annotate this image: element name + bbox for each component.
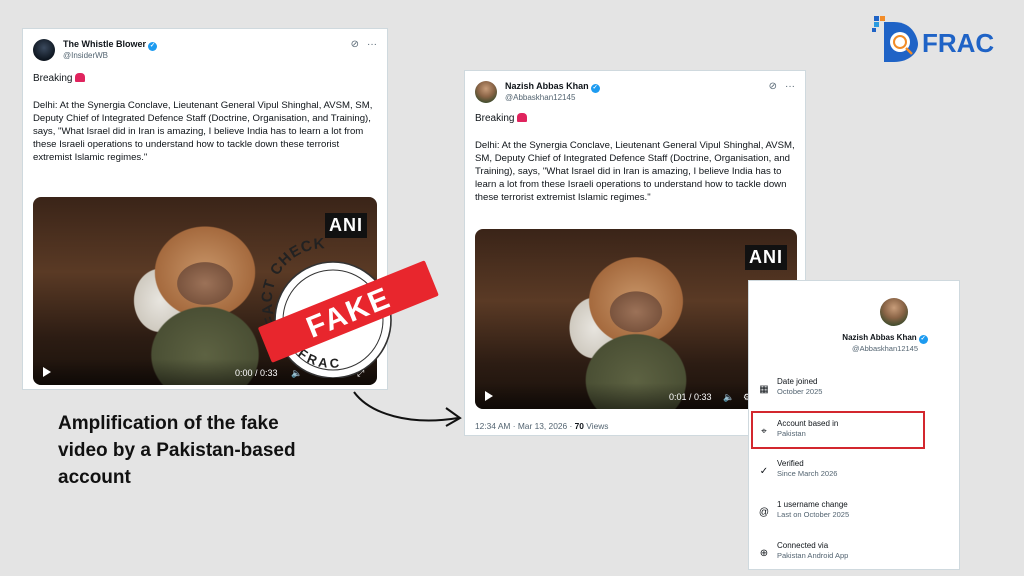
more-options-icon[interactable]: ··· (785, 81, 795, 92)
tweet-text: Delhi: At the Synergia Conclave, Lieuten… (475, 140, 795, 203)
tweet-text: Delhi: At the Synergia Conclave, Lieuten… (33, 100, 373, 163)
curved-arrow-icon (353, 391, 462, 427)
avatar[interactable] (475, 81, 497, 103)
info-row-username-change: @ 1 username change Last on October 2025 (758, 500, 850, 519)
header-actions: ⊘ ··· (761, 81, 795, 92)
play-icon[interactable] (43, 367, 51, 377)
caption-line: account (58, 467, 131, 488)
globe-icon: ⊕ (759, 548, 769, 559)
ani-watermark: ANI (745, 245, 787, 270)
verified-badge-icon: ✓ (148, 42, 158, 51)
siren-icon (75, 73, 86, 82)
verified-check-icon: ✓ (759, 466, 769, 477)
info-row-account-based-in: ⌖ Account based in Pakistan (757, 419, 951, 449)
verified-badge-icon: ✓ (918, 335, 928, 344)
avatar[interactable] (33, 39, 55, 61)
views-count: 70 (574, 421, 584, 431)
panel-display-name: Nazish Abbas Khan ✓ (842, 333, 928, 344)
handle[interactable]: @InsiderWB (63, 51, 108, 60)
play-icon[interactable] (485, 391, 493, 401)
grok-icon[interactable]: ⊘ (769, 81, 777, 92)
display-name[interactable]: The Whistle Blower ✓ (63, 39, 158, 51)
fake-stamp: FACT CHECK DFRAC FAKE (258, 238, 439, 378)
calendar-icon: ▦ (759, 384, 769, 395)
siren-icon (517, 113, 528, 122)
location-pin-icon: ⌖ (761, 426, 767, 437)
caption-line: video by a Pakistan-based (58, 440, 296, 461)
panel-handle: @Abbaskhan12145 (852, 344, 918, 353)
more-options-icon[interactable]: ··· (367, 39, 377, 50)
header-actions: ⊘ ··· (343, 39, 377, 50)
logo-text: FRAC (922, 28, 994, 58)
breaking-label: Breaking (33, 73, 86, 84)
info-row-verified: ✓ Verified Since March 2026 (757, 459, 951, 489)
breaking-label: Breaking (475, 113, 528, 124)
info-row-connected-via: ⊕ Connected via Pakistan Android App (757, 541, 951, 571)
tweet-header: The Whistle Blower ✓ @InsiderWB ⊘ ··· (33, 39, 377, 65)
grok-icon[interactable]: ⊘ (351, 39, 359, 50)
tweet-header: Nazish Abbas Khan ✓ @Abbaskhan12145 ⊘ ··· (475, 81, 795, 107)
info-row-date-joined: ▦ Date joined October 2025 (757, 377, 951, 407)
display-name[interactable]: Nazish Abbas Khan ✓ (505, 81, 600, 93)
handle[interactable]: @Abbaskhan12145 (505, 93, 575, 102)
video-time: 0:01 / 0:33 (669, 392, 712, 402)
tweet-meta: 12:34 AM · Mar 13, 2026 · 70 Views (475, 421, 609, 431)
volume-icon[interactable]: 🔈 (723, 392, 734, 403)
caption: Amplification of the fake video by a Pak… (58, 410, 358, 491)
avatar[interactable] (880, 298, 908, 326)
ani-watermark: ANI (325, 213, 367, 238)
account-info-panel: Nazish Abbas Khan ✓ @Abbaskhan12145 ▦ Dat… (748, 280, 960, 570)
verified-badge-icon: ✓ (590, 84, 600, 93)
caption-line: Amplification of the fake (58, 413, 279, 434)
at-sign-icon: @ (758, 507, 770, 518)
dfrac-logo: FRAC (872, 16, 994, 62)
